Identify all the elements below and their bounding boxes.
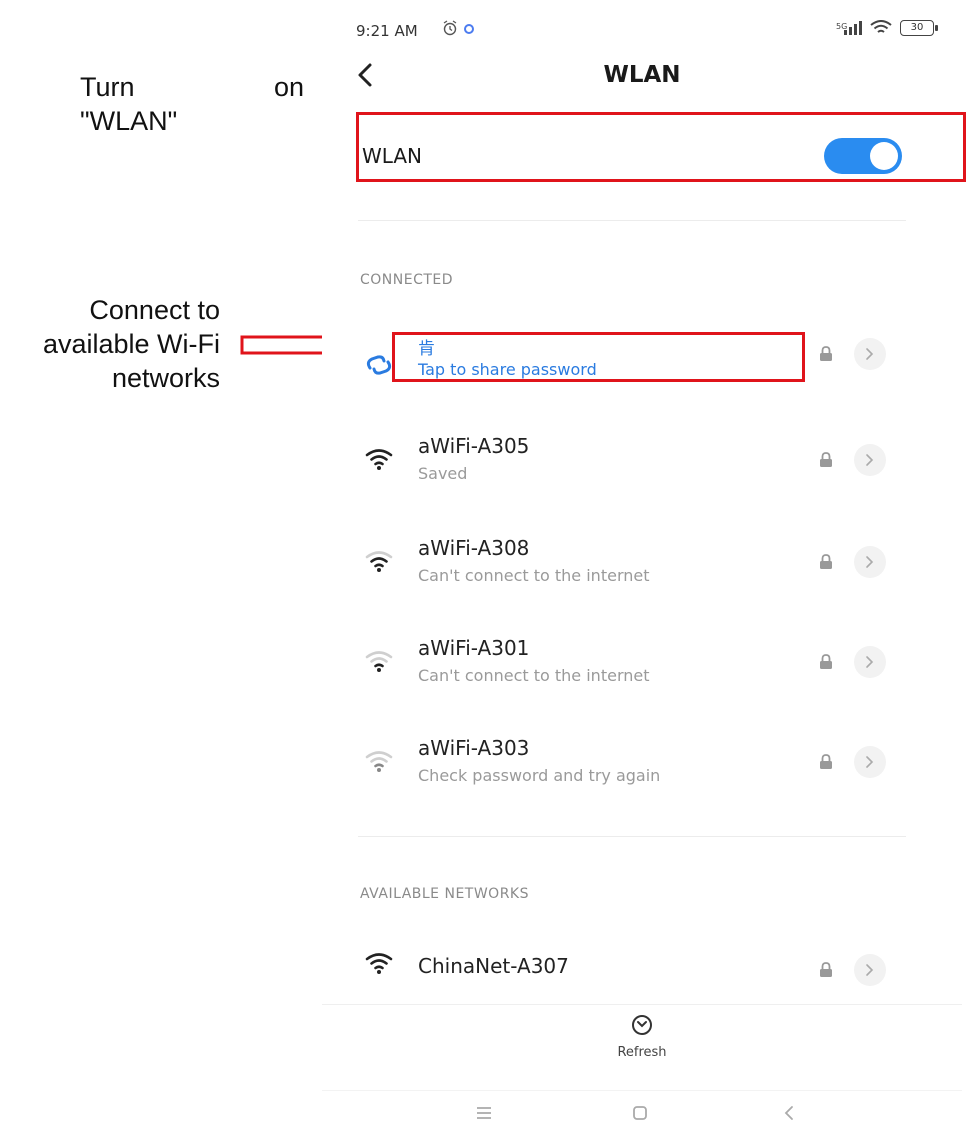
network-row[interactable]: ChinaNet-A307: [322, 940, 962, 1010]
page-title: WLAN: [603, 62, 681, 88]
svg-text:5G: 5G: [836, 22, 847, 31]
chevron-right-icon: [866, 756, 874, 768]
network-name: aWiFi-A308: [418, 536, 530, 560]
wifi-status-icon: [870, 20, 892, 33]
lock-icon: [820, 346, 832, 361]
wifi-icon: [365, 751, 393, 772]
instruction-line: Connect to: [89, 295, 220, 325]
network-status: Can't connect to the internet: [418, 566, 650, 585]
instruction-word: on: [273, 72, 304, 102]
lock-icon: [820, 554, 832, 569]
instruction-word: Turn: [80, 72, 135, 102]
status-time: 9:21 AM: [356, 22, 418, 40]
wifi-icon: [365, 551, 393, 572]
chevron-right-icon: [866, 656, 874, 668]
lock-icon: [820, 452, 832, 467]
network-name: aWiFi-A305: [418, 434, 530, 458]
section-label-connected: CONNECTED: [360, 272, 454, 288]
network-details-button[interactable]: [854, 746, 886, 778]
network-details-button[interactable]: [854, 954, 886, 986]
lock-icon: [820, 754, 832, 769]
battery-level: 30: [910, 22, 924, 33]
refresh-button[interactable]: Refresh: [592, 1005, 692, 1071]
divider: [358, 220, 906, 221]
menu-icon[interactable]: [472, 1101, 496, 1125]
notification-dot-icon: [464, 24, 474, 34]
status-indicators: 5G 30: [836, 20, 938, 36]
network-name: aWiFi-A301: [418, 636, 530, 660]
chevron-right-icon: [866, 348, 874, 360]
network-name: ChinaNet-A307: [418, 954, 569, 978]
chevron-right-icon: [866, 556, 874, 568]
wifi-icon: [365, 449, 393, 470]
cell-signal-icon: 5G: [836, 21, 862, 35]
lock-icon: [820, 654, 832, 669]
network-details-button[interactable]: [854, 444, 886, 476]
battery-icon: 30: [900, 20, 938, 36]
network-row[interactable]: aWiFi-A305 Saved: [322, 428, 962, 498]
highlight-box-wlan-toggle: [356, 112, 966, 182]
instruction-line: networks: [111, 363, 220, 393]
app-header: WLAN: [322, 52, 962, 102]
network-row[interactable]: aWiFi-A303 Check password and try again: [322, 730, 962, 800]
instruction-line: available Wi-Fi: [42, 329, 220, 359]
alarm-icon: [443, 20, 457, 36]
network-status: Saved: [418, 464, 468, 483]
wifi-icon: [365, 651, 393, 672]
network-row[interactable]: aWiFi-A308 Can't connect to the internet: [322, 530, 962, 600]
back-icon[interactable]: [778, 1101, 802, 1125]
highlight-box-connected-network: [392, 332, 805, 382]
network-name: aWiFi-A303: [418, 736, 530, 760]
home-square-icon[interactable]: [628, 1101, 652, 1125]
refresh-bar: Refresh: [322, 1004, 962, 1074]
chevron-right-icon: [866, 454, 874, 466]
connected-link-icon: [366, 355, 392, 375]
network-details-button[interactable]: [854, 546, 886, 578]
refresh-icon: [632, 1015, 652, 1035]
chevron-right-icon: [866, 964, 874, 976]
network-details-button[interactable]: [854, 338, 886, 370]
status-bar: 9:21 AM 5G 30: [322, 18, 962, 44]
network-status: Can't connect to the internet: [418, 666, 650, 685]
lock-icon: [820, 962, 832, 977]
network-status: Check password and try again: [418, 766, 661, 785]
system-nav-bar: [322, 1090, 962, 1130]
network-row[interactable]: aWiFi-A301 Can't connect to the internet: [322, 630, 962, 700]
instruction-target: "WLAN": [80, 106, 178, 136]
instruction-connect-wifi: Connect to available Wi-Fi networks: [0, 293, 220, 395]
divider: [358, 836, 906, 837]
section-label-available: AVAILABLE NETWORKS: [360, 886, 529, 902]
wifi-icon: [365, 953, 393, 974]
network-details-button[interactable]: [854, 646, 886, 678]
instruction-turn-on-wlan: Turn on "WLAN": [80, 70, 304, 138]
refresh-label: Refresh: [617, 1045, 667, 1060]
